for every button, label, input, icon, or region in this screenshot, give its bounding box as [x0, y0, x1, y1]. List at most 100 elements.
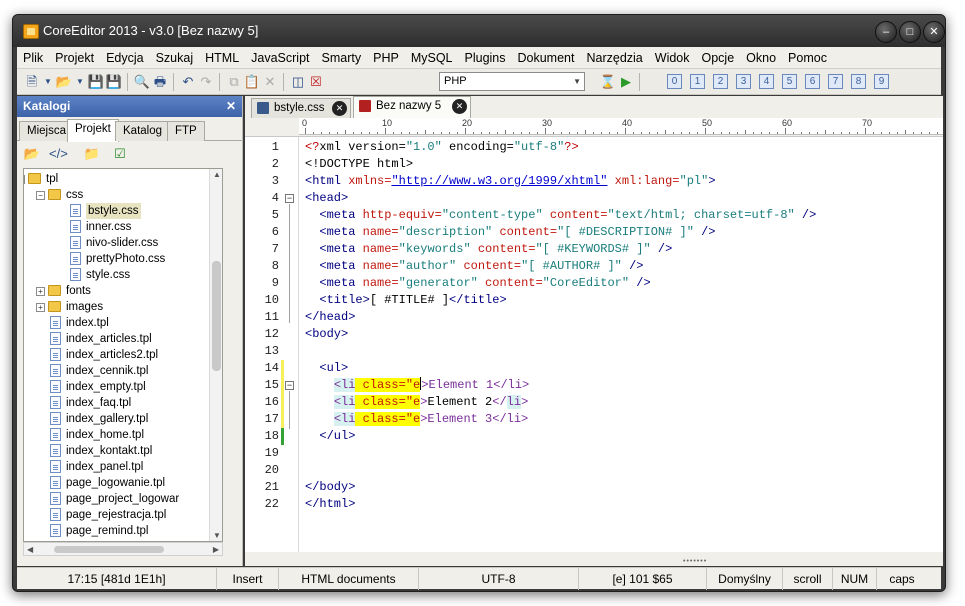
paste-icon[interactable]: 📋 — [243, 73, 261, 91]
menu-item-edycja[interactable]: Edycja — [100, 47, 150, 69]
menu-item-plik[interactable]: Plik — [17, 47, 49, 69]
collapse-icon[interactable]: − — [24, 175, 25, 184]
bookmark-9-button[interactable]: 9 — [874, 74, 889, 89]
menu-item-smarty[interactable]: Smarty — [316, 47, 368, 69]
collapse-icon[interactable]: − — [36, 191, 45, 200]
open-folder-icon[interactable]: 📂 — [23, 145, 41, 163]
code-line[interactable]: <html xmlns="http://www.w3.org/1999/xhtm… — [305, 173, 716, 190]
code-editor[interactable]: 1 2 3 4 5 6 7 8 9 10 11 12 13 14 15 16 17 18 19 20 21 22− − <?… — [245, 136, 943, 552]
code-line[interactable]: </ul> — [305, 428, 355, 445]
tree-file[interactable]: index_articles2.tpl — [24, 347, 210, 363]
tree-file[interactable]: bstyle.css — [24, 203, 210, 219]
tree-file[interactable]: prettyPhoto.css — [24, 251, 210, 267]
bookmark-5-button[interactable]: 5 — [782, 74, 797, 89]
scroll-left-icon[interactable]: ◀ — [27, 545, 33, 554]
tree-file[interactable]: index.tpl — [24, 315, 210, 331]
stop-icon[interactable]: ⌛ — [599, 73, 617, 91]
add-bookmark-icon[interactable]: ◫ — [289, 73, 307, 91]
scroll-down-icon[interactable]: ▼ — [213, 531, 221, 540]
remove-bookmark-icon[interactable]: ☒ — [307, 73, 325, 91]
code-line[interactable]: <ul> — [305, 360, 348, 377]
tab-ftp[interactable]: FTP — [167, 121, 205, 141]
menu-item-widok[interactable]: Widok — [649, 47, 696, 69]
scrollbar-thumb[interactable] — [212, 261, 221, 371]
expand-icon[interactable]: + — [36, 303, 45, 312]
tree-file[interactable]: index_panel.tpl — [24, 459, 210, 475]
tree-folder[interactable]: + images — [24, 299, 210, 315]
minimize-button[interactable]: – — [875, 21, 897, 43]
title-bar[interactable]: CoreEditor 2013 - v3.0 [Bez nazwy 5] – □… — [13, 15, 945, 47]
bookmark-4-button[interactable]: 4 — [759, 74, 774, 89]
code-line[interactable]: </html> — [305, 496, 355, 513]
code-line[interactable]: <li class="e>Element 1</li> — [305, 377, 529, 394]
resize-grip[interactable]: ••••••• — [683, 558, 707, 565]
tree-folder[interactable]: − tpl — [24, 171, 210, 187]
menu-item-okno[interactable]: Okno — [740, 47, 782, 69]
save-all-icon[interactable]: 💾 — [105, 73, 123, 91]
checklist-icon[interactable]: ☑ — [111, 145, 129, 163]
cut-icon[interactable]: ✕ — [261, 73, 279, 91]
menu-item-narzędzia[interactable]: Narzędzia — [580, 47, 648, 69]
print-icon[interactable]: 🖶 — [151, 73, 169, 91]
code-line[interactable]: <?xml version="1.0" encoding="utf-8"?> — [305, 139, 579, 156]
tree-file[interactable]: index_kontakt.tpl — [24, 443, 210, 459]
code-line[interactable]: </body> — [305, 479, 355, 496]
tree-folder[interactable]: − css — [24, 187, 210, 203]
scrollbar-thumb[interactable] — [54, 546, 164, 553]
bookmark-0-button[interactable]: 0 — [667, 74, 682, 89]
tree-file[interactable]: page_rejestracja.tpl — [24, 507, 210, 523]
close-tab-icon[interactable]: ✕ — [452, 99, 467, 114]
tree-file[interactable]: style.css — [24, 267, 210, 283]
tree-file[interactable]: index_articles.tpl — [24, 331, 210, 347]
tab-projekt[interactable]: Projekt — [67, 119, 119, 142]
copy-icon[interactable]: ⧉ — [225, 73, 243, 91]
bookmark-1-button[interactable]: 1 — [690, 74, 705, 89]
scroll-right-icon[interactable]: ▶ — [213, 545, 219, 554]
tab-bez-nazwy-5[interactable]: Bez nazwy 5 ✕ — [353, 96, 471, 119]
save-icon[interactable]: 💾 — [87, 73, 105, 91]
menu-item-mysql[interactable]: MySQL — [405, 47, 459, 69]
expand-icon[interactable]: + — [36, 287, 45, 296]
close-tab-icon[interactable]: ✕ — [332, 101, 347, 116]
menu-item-opcje[interactable]: Opcje — [696, 47, 741, 69]
tab-bstyle-css[interactable]: bstyle.css ✕ — [251, 98, 351, 118]
menu-item-javascript[interactable]: JavaScript — [245, 47, 315, 69]
tree-file[interactable]: page_logowanie.tpl — [24, 475, 210, 491]
code-line[interactable]: <meta name="generator" content="CoreEdit… — [305, 275, 650, 292]
fold-toggle-icon[interactable]: − — [285, 194, 294, 203]
tree-file[interactable]: index_cennik.tpl — [24, 363, 210, 379]
tree-file[interactable]: index_empty.tpl — [24, 379, 210, 395]
fold-toggle-icon[interactable]: − — [285, 381, 294, 390]
code-line[interactable]: <meta name="keywords" content="[ #KEYWOR… — [305, 241, 672, 258]
menu-item-szukaj[interactable]: Szukaj — [150, 47, 200, 69]
close-icon[interactable]: ✕ — [226, 96, 236, 117]
tree-file[interactable]: index_home.tpl — [24, 427, 210, 443]
bookmark-6-button[interactable]: 6 — [805, 74, 820, 89]
redo-icon[interactable]: ↷ — [197, 73, 215, 91]
bookmark-7-button[interactable]: 7 — [828, 74, 843, 89]
tab-katalog[interactable]: Katalog — [115, 121, 171, 141]
maximize-button[interactable]: □ — [899, 21, 921, 43]
run-icon[interactable]: ▶ — [617, 73, 635, 91]
code-line[interactable]: <title>[ #TITLE# ]</title> — [305, 292, 506, 309]
menu-item-dokument[interactable]: Dokument — [512, 47, 581, 69]
tree-file[interactable]: index_faq.tpl — [24, 395, 210, 411]
menu-item-projekt[interactable]: Projekt — [49, 47, 100, 69]
tree-horizontal-scrollbar[interactable]: ◀ ▶ — [23, 542, 223, 556]
bookmark-8-button[interactable]: 8 — [851, 74, 866, 89]
code-line[interactable]: <body> — [305, 326, 348, 343]
tree-file[interactable]: index_gallery.tpl — [24, 411, 210, 427]
tree-folder[interactable]: + fonts — [24, 283, 210, 299]
print-preview-icon[interactable]: 🔍 — [133, 73, 151, 91]
tree-vertical-scrollbar[interactable]: ▲ ▼ — [209, 169, 222, 541]
tree-file[interactable]: page_project_logowar — [24, 491, 210, 507]
menu-item-html[interactable]: HTML — [199, 47, 245, 69]
bookmark-2-button[interactable]: 2 — [713, 74, 728, 89]
code-line[interactable]: <meta http-equiv="content-type" content=… — [305, 207, 816, 224]
language-select[interactable]: PHP ▼ — [439, 72, 585, 91]
code-line[interactable]: <meta name="description" content="[ #DES… — [305, 224, 715, 241]
undo-icon[interactable]: ↶ — [179, 73, 197, 91]
code-line[interactable]: </head> — [305, 309, 355, 326]
code-line[interactable]: <!DOCTYPE html> — [305, 156, 413, 173]
code-line[interactable]: <meta name="author" content="[ #AUTHOR# … — [305, 258, 643, 275]
